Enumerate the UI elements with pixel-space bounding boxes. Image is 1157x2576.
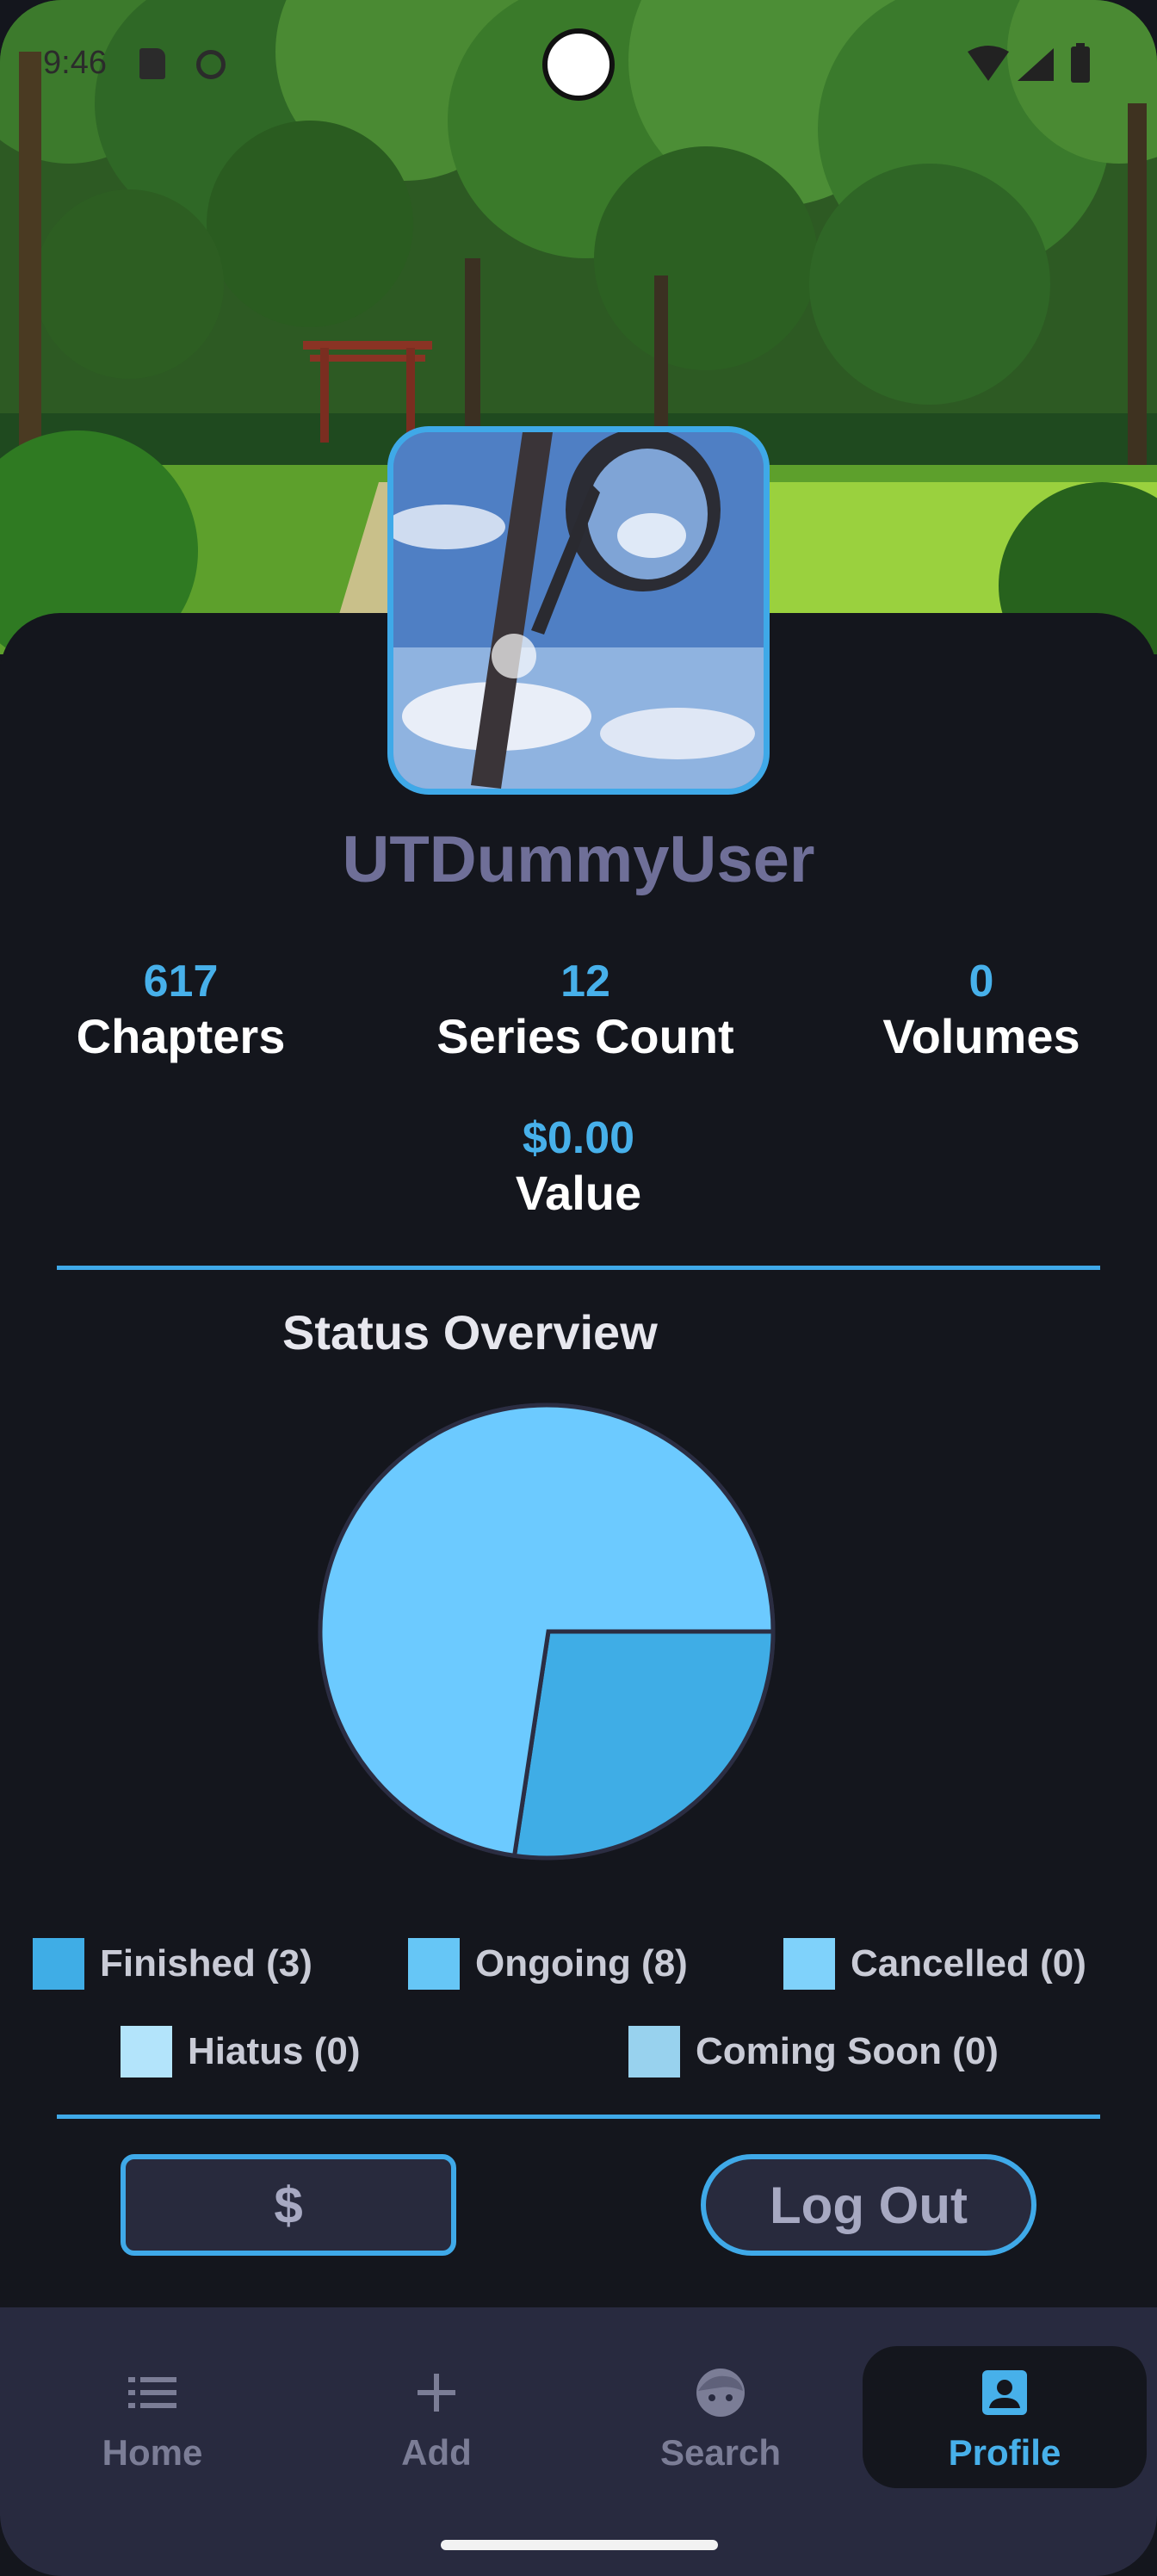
nav-item-profile[interactable]: Profile	[863, 2346, 1147, 2488]
legend-swatch-finished	[33, 1938, 84, 1990]
stat-value: $0.00 Value	[430, 1112, 727, 1223]
stat-value-label: Value	[515, 1166, 642, 1220]
nav-label-profile: Profile	[948, 2432, 1061, 2473]
stat-volumes-label: Volumes	[882, 1009, 1080, 1063]
pie-slice-finished[interactable]	[511, 1629, 776, 1861]
divider-bottom	[57, 2115, 1100, 2119]
profile-avatar[interactable]	[387, 426, 770, 795]
legend-label-finished: Finished (3)	[100, 1942, 312, 1985]
list-icon	[128, 2377, 176, 2408]
front-camera	[542, 28, 615, 101]
legend-swatch-coming-soon	[628, 2026, 680, 2078]
status-overview-title: Status Overview	[282, 1305, 658, 1359]
profile-screen: 9:46 UTDummyUser 617 Chapters 12 Series …	[0, 0, 1157, 2576]
username: UTDummyUser	[342, 823, 815, 896]
home-indicator[interactable]	[441, 2540, 718, 2550]
stat-volumes: 0 Volumes	[835, 956, 1128, 1066]
status-time: 9:46	[43, 45, 107, 81]
logout-button[interactable]: Log Out	[701, 2154, 1036, 2256]
stat-chapters-value: 617	[143, 957, 219, 1006]
legend-label-coming-soon: Coming Soon (0)	[696, 2030, 999, 2072]
stat-series-count: 12 Series Count	[396, 956, 775, 1066]
legend-item-hiatus[interactable]: Hiatus (0)	[121, 2025, 360, 2078]
nav-label-search: Search	[659, 2432, 782, 2473]
legend-swatch-cancelled	[783, 1938, 835, 1990]
profile-icon	[982, 2370, 1027, 2415]
legend-swatch-ongoing	[408, 1938, 460, 1990]
stat-chapters-label: Chapters	[76, 1009, 286, 1063]
stat-chapters: 617 Chapters	[34, 956, 327, 1066]
nav-item-search[interactable]: Search	[578, 2346, 863, 2488]
legend-label-hiatus: Hiatus (0)	[188, 2030, 361, 2072]
legend-item-ongoing[interactable]: Ongoing (8)	[408, 1937, 688, 1991]
legend-label-cancelled: Cancelled (0)	[851, 1942, 1086, 1985]
wifi-icon	[968, 46, 1009, 81]
stat-series-count-label: Series Count	[436, 1009, 734, 1063]
stat-series-count-value: 12	[560, 957, 610, 1006]
status-icons	[968, 43, 1090, 83]
legend-item-finished[interactable]: Finished (3)	[33, 1937, 312, 1991]
status-bar: 9:46	[0, 0, 1157, 129]
nav-label-home: Home	[102, 2432, 203, 2473]
sd-card-icon	[139, 48, 165, 79]
nav-item-home[interactable]: Home	[10, 2346, 294, 2488]
nav-label-add: Add	[401, 2432, 472, 2473]
battery-icon	[1071, 46, 1090, 83]
stat-value-amount: $0.00	[522, 1113, 635, 1163]
legend-label-ongoing: Ongoing (8)	[475, 1942, 688, 1985]
divider-top	[57, 1266, 1100, 1270]
face-icon	[696, 2369, 745, 2417]
legend-item-cancelled[interactable]: Cancelled (0)	[783, 1937, 1086, 1991]
stat-volumes-value: 0	[968, 957, 994, 1006]
sync-icon	[196, 50, 226, 79]
plus-icon	[418, 2374, 455, 2412]
status-pie-chart[interactable]	[314, 1399, 779, 1864]
dollar-button[interactable]: $	[121, 2154, 456, 2256]
bottom-navigation: Home Add Search Profile	[0, 2307, 1157, 2576]
nav-item-add[interactable]: Add	[294, 2346, 578, 2488]
legend-item-coming-soon[interactable]: Coming Soon (0)	[628, 2025, 999, 2078]
legend-swatch-hiatus	[121, 2026, 172, 2078]
signal-icon	[1018, 48, 1054, 81]
